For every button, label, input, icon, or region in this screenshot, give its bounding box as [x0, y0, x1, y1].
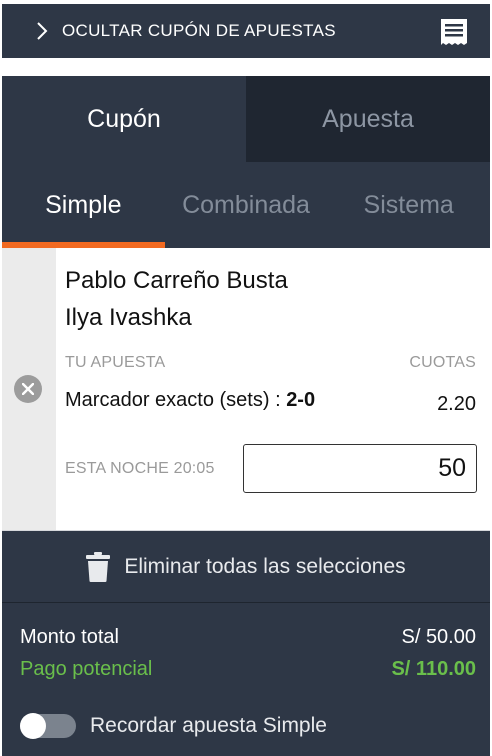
bet-type-tabs: Simple Combinada Sistema — [2, 162, 490, 248]
remember-bet-label: Recordar apuesta Simple — [90, 714, 327, 737]
tab-sistema[interactable]: Sistema — [327, 162, 490, 248]
your-bet-label: TU APUESTA — [65, 354, 166, 371]
total-amount-label: Monto total — [20, 626, 119, 648]
toggle-knob — [20, 713, 46, 739]
market-text: Marcador exacto (sets) : 2-0 — [65, 389, 315, 412]
total-amount-row: Monto total S/ 50.00 — [20, 626, 476, 649]
player-one-name: Pablo Carreño Busta — [65, 267, 288, 294]
hide-bet-slip-label: OCULTAR CUPÓN DE APUESTAS — [62, 21, 336, 40]
tab-simple[interactable]: Simple — [2, 162, 165, 248]
event-time: ESTA NOCHE 20:05 — [65, 460, 215, 477]
remove-all-selections-button[interactable]: Eliminar todas las selecciones — [2, 532, 490, 603]
bet-selection-card: Pablo Carreño Busta Ilya Ivashka TU APUE… — [2, 248, 490, 531]
stake-input[interactable] — [243, 444, 477, 493]
tab-combinada[interactable]: Combinada — [165, 162, 328, 248]
receipt-icon[interactable] — [440, 18, 468, 51]
total-amount-value: S/ 50.00 — [401, 626, 476, 648]
potential-payout-value: S/ 110.00 — [391, 658, 476, 680]
tab-cupon[interactable]: Cupón — [2, 76, 246, 162]
potential-payout-row: Pago potencial S/ 110.00 — [20, 658, 476, 681]
tab-apuesta[interactable]: Apuesta — [246, 76, 490, 162]
remove-all-label: Eliminar todas las selecciones — [124, 555, 406, 578]
remember-bet-row: Recordar apuesta Simple — [20, 713, 327, 739]
hide-bet-slip-bar[interactable]: OCULTAR CUPÓN DE APUESTAS — [2, 4, 490, 58]
potential-payout-label: Pago potencial — [20, 658, 153, 680]
odds-label: CUOTAS — [409, 354, 476, 371]
close-circle-icon[interactable] — [14, 375, 42, 403]
selection-value: 2-0 — [286, 389, 316, 411]
chevron-right-icon — [36, 22, 48, 45]
odds-value: 2.20 — [437, 393, 476, 415]
trash-icon — [86, 552, 111, 582]
remember-bet-toggle[interactable] — [20, 713, 76, 739]
player-two-name: Ilya Ivashka — [65, 304, 192, 331]
main-tabs: Cupón Apuesta — [2, 76, 490, 162]
market-name: Marcador exacto (sets) : — [65, 389, 287, 411]
bet-slip-panel: Cupón Apuesta Simple Combinada Sistema P… — [2, 76, 490, 756]
